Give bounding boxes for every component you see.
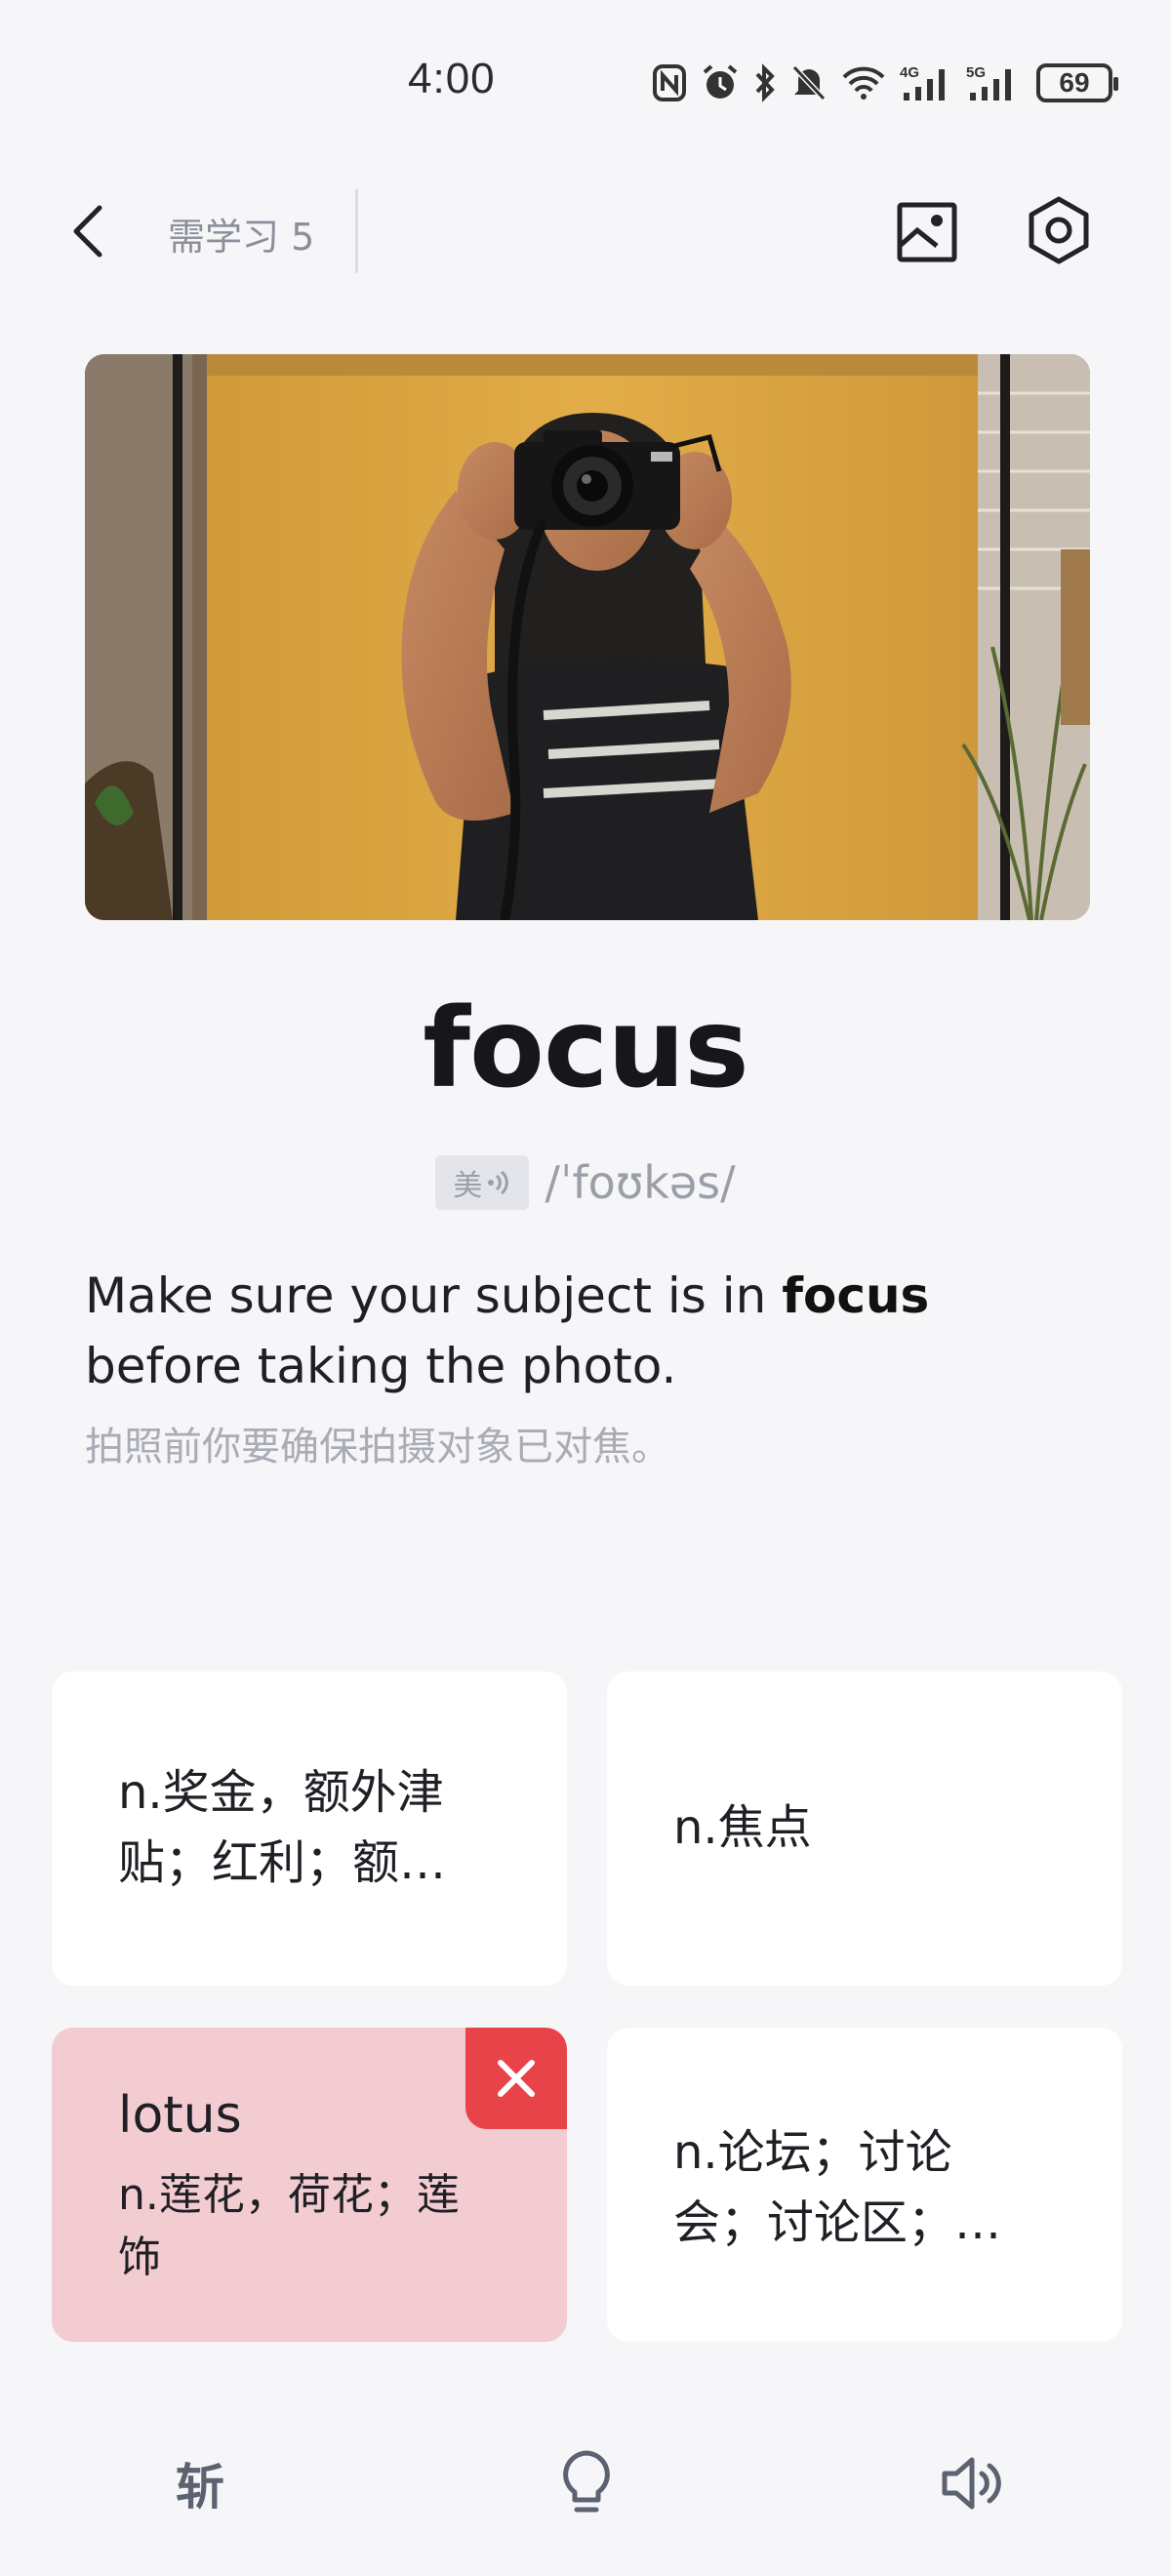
learn-count[interactable]: 需学习 5 xyxy=(168,207,314,261)
signal-5g-icon: 5G xyxy=(966,63,1019,102)
speaker-icon xyxy=(942,2457,1001,2510)
sound-wave-icon xyxy=(488,1170,509,1195)
status-icons: 4G 5G 69 xyxy=(652,59,1118,107)
hint-button[interactable] xyxy=(543,2439,630,2527)
cut-label: 斩 xyxy=(176,2459,224,2516)
divider xyxy=(355,189,358,273)
option-card-1[interactable]: n.奖金，额外津贴；红利；额… xyxy=(52,1671,567,1986)
settings-button[interactable] xyxy=(1025,195,1093,265)
option-definition: n.焦点 xyxy=(673,1800,812,1855)
image-toggle-button[interactable] xyxy=(896,201,958,263)
mute-icon xyxy=(790,63,828,102)
pronunciation-row: 美 /ˈfoʊkəs/ xyxy=(0,1155,1171,1210)
example-before: Make sure your subject is in xyxy=(85,1268,783,1324)
back-button[interactable] xyxy=(59,197,117,265)
cut-button[interactable]: 斩 xyxy=(156,2439,244,2527)
bluetooth-icon xyxy=(753,63,777,102)
back-icon xyxy=(73,205,102,258)
wifi-icon xyxy=(841,65,886,101)
option-card-2[interactable]: n.焦点 xyxy=(607,1671,1122,1986)
option-word: lotus xyxy=(118,2086,242,2145)
phonetic: /ˈfoʊkəs/ xyxy=(545,1156,736,1209)
signal-4g-icon: 4G xyxy=(900,63,952,102)
option-card-3-wrong[interactable]: lotus n.莲花，荷花；莲饰 xyxy=(52,2028,567,2342)
example-sentence: Make sure your subject is in focus befor… xyxy=(85,1261,1100,1401)
image-icon xyxy=(897,202,957,262)
option-definition: n.莲花，荷花；莲饰 xyxy=(118,2170,460,2282)
example-highlight: focus xyxy=(782,1268,930,1324)
example-after: before taking the photo. xyxy=(85,1338,677,1394)
status-time: 4:00 xyxy=(408,55,496,102)
pronunciation-button[interactable]: 美 xyxy=(435,1155,530,1210)
option-definition: n.奖金，额外津贴；红利；额… xyxy=(118,1765,447,1890)
word-title: focus xyxy=(423,986,748,1112)
close-icon xyxy=(498,2060,535,2097)
top-bar: 需学习 5 xyxy=(0,172,1171,289)
nfc-icon xyxy=(652,63,687,102)
accent-label: 美 xyxy=(453,1169,483,1203)
hint-bulb-icon xyxy=(563,2450,610,2513)
svg-text:5G: 5G xyxy=(966,64,986,81)
status-bar: 4:00 4G 5G 69 xyxy=(0,0,1171,172)
settings-icon xyxy=(1029,196,1089,264)
example-translation: 拍照前你要确保拍摄对象已对焦。 xyxy=(85,1425,670,1469)
wrong-badge xyxy=(465,2028,567,2129)
alarm-icon xyxy=(701,63,740,102)
svg-text:4G: 4G xyxy=(900,64,919,81)
option-definition: n.论坛；讨论会；讨论区；… xyxy=(673,2125,1002,2250)
battery-icon: 69 xyxy=(1036,63,1118,102)
option-card-4[interactable]: n.论坛；讨论会；讨论区；… xyxy=(607,2028,1122,2342)
speaker-button[interactable] xyxy=(929,2439,1017,2527)
word-photo xyxy=(85,354,1090,920)
